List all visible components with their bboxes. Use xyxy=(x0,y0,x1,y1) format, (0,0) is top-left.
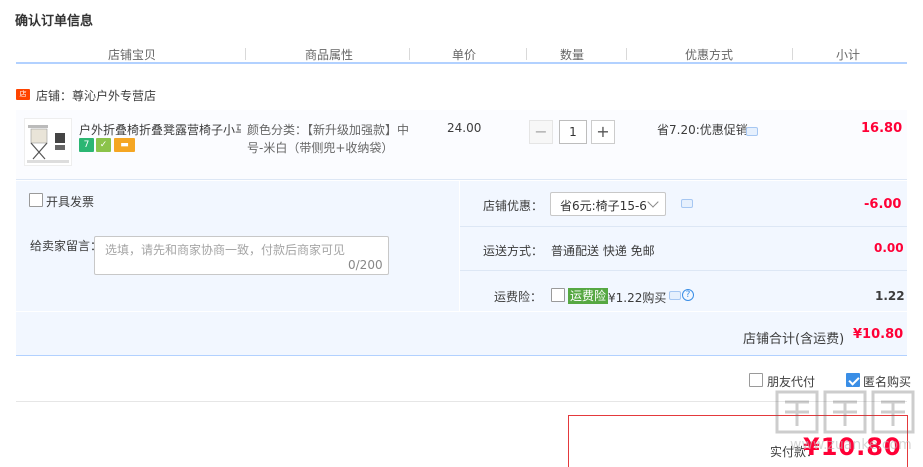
attribute-line: 号-米白（带侧兜+收纳袋） xyxy=(247,141,394,155)
shop-discount-amount: -6.00 xyxy=(864,197,902,212)
insurance-label: 运费险： xyxy=(494,290,543,304)
table-header: 店铺宝贝 商品属性 单价 数量 优惠方式 小计 xyxy=(16,42,907,64)
message-label: 给卖家留言： xyxy=(30,239,103,253)
watermark-logo xyxy=(773,388,919,438)
chat-bubble-icon[interactable] xyxy=(669,291,681,300)
insurance-tag: 运费险 xyxy=(568,288,609,304)
shop-name[interactable]: 店铺：尊沁户外专营店 xyxy=(36,87,156,104)
insurance-amount: 1.22 xyxy=(875,289,905,303)
chat-bubble-icon[interactable] xyxy=(746,127,758,136)
product-name[interactable]: 户外折叠椅折叠凳露营椅子小马... xyxy=(79,121,241,138)
unit-price: 24.00 xyxy=(447,121,482,135)
column-header-attributes: 商品属性 xyxy=(305,48,354,62)
invoice-checkbox[interactable] xyxy=(29,193,43,207)
shop-discount-selected: 省6元:椅子15-6 xyxy=(560,199,647,213)
shop-icon: 店 xyxy=(16,89,30,100)
chevron-down-icon xyxy=(647,196,659,208)
divider xyxy=(460,226,907,227)
shop-discount-select[interactable]: 省6元:椅子15-6 xyxy=(550,192,666,216)
card-icon[interactable]: ▬ xyxy=(114,138,135,152)
column-divider xyxy=(526,48,527,60)
increase-button[interactable]: + xyxy=(591,120,615,144)
attribute-line: 颜色分类：【新升级加强款】中 xyxy=(247,123,410,137)
page-title: 确认订单信息 xyxy=(15,14,94,29)
shop-total-value: ¥10.80 xyxy=(853,327,904,342)
column-divider xyxy=(409,48,410,60)
divider xyxy=(460,270,907,271)
quantity-stepper: − 1 + xyxy=(529,120,615,144)
insurance-price: ¥1.22购买 xyxy=(608,291,667,305)
product-attributes: 颜色分类：【新升级加强款】中 号-米白（带侧兜+收纳袋） xyxy=(247,121,412,157)
quantity-input[interactable]: 1 xyxy=(559,120,587,144)
column-header-item: 店铺宝贝 xyxy=(108,48,157,62)
column-divider xyxy=(245,48,246,60)
watermark-text: www.zuanke.com xyxy=(790,437,912,453)
column-divider xyxy=(626,48,627,60)
help-icon[interactable]: ? xyxy=(682,289,694,301)
shop-total-label: 店铺合计(含运费) xyxy=(743,332,845,347)
decrease-button[interactable]: − xyxy=(529,120,553,144)
shipping-amount: 0.00 xyxy=(874,241,904,255)
friend-pay-checkbox[interactable] xyxy=(749,373,763,387)
service-icon[interactable]: ✓ xyxy=(96,138,111,152)
shipping-method: 普通配送 快递 免邮 xyxy=(551,244,655,258)
7-day-return-icon[interactable]: 7 xyxy=(79,138,94,152)
shop-discount-label: 店铺优惠： xyxy=(483,199,544,213)
column-header-price: 单价 xyxy=(452,48,477,62)
insurance-checkbox[interactable] xyxy=(551,288,565,302)
item-subtotal: 16.80 xyxy=(861,121,903,136)
shipping-label: 运送方式： xyxy=(483,244,544,258)
anonymous-checkbox[interactable] xyxy=(846,373,860,387)
column-header-quantity: 数量 xyxy=(560,48,585,62)
column-header-subtotal: 小计 xyxy=(836,48,861,62)
column-header-promotion: 优惠方式 xyxy=(685,48,734,62)
message-placeholder: 选填，请先和商家协商一致，付款后商家可见 xyxy=(105,243,346,257)
column-divider xyxy=(792,48,793,60)
chat-bubble-icon[interactable] xyxy=(681,199,693,208)
product-thumbnail[interactable] xyxy=(24,118,72,166)
message-char-count: 0/200 xyxy=(348,258,383,272)
promotion-text: 省7.20:优惠促销 xyxy=(657,123,748,137)
invoice-label: 开具发票 xyxy=(46,195,95,209)
